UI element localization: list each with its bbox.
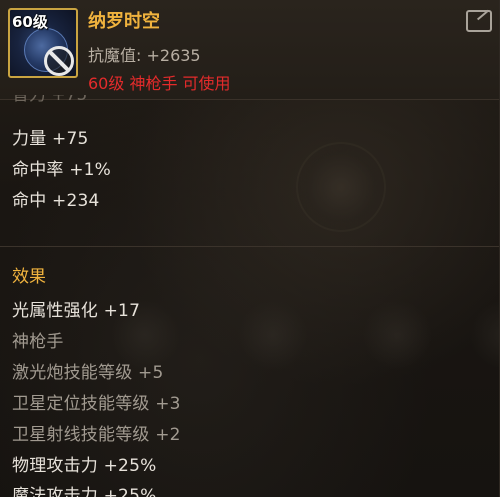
attribute-row: 力量 +75: [12, 129, 89, 149]
item-name: 纳罗时空: [88, 11, 160, 32]
background-medallion: [296, 142, 386, 232]
background-slot: [238, 300, 308, 370]
share-icon[interactable]: [466, 10, 492, 32]
item-tooltip: 60级 纳罗时空 抗魔值: +2635 60级 神枪手 可使用 智力 +75 力…: [0, 0, 500, 497]
effect-row: 激光炮技能等级 +5: [12, 363, 164, 383]
background-slot: [362, 300, 432, 370]
attribute-row: 命中 +234: [12, 191, 100, 211]
effect-row: 神枪手: [12, 332, 64, 352]
effect-row: 物理攻击力 +25%: [12, 456, 157, 476]
effect-row: 光属性强化 +17: [12, 301, 141, 321]
level-badge: 60级: [12, 13, 48, 31]
item-icon[interactable]: 60级: [8, 8, 78, 78]
tooltip-header: 60级 纳罗时空 抗魔值: +2635 60级 神枪手 可使用: [0, 0, 499, 100]
background-slot: [470, 300, 499, 370]
effects-title: 效果: [12, 267, 46, 287]
item-requirement: 60级 神枪手 可使用: [88, 74, 231, 93]
effect-row: 魔法攻击力 +25%: [12, 486, 157, 497]
no-entry-icon: [44, 46, 74, 76]
effect-row: 卫星定位技能等级 +3: [12, 394, 181, 414]
cut-off-row: 智力 +75: [12, 95, 87, 104]
item-stat: 抗魔值: +2635: [88, 46, 201, 65]
effect-row: 卫星射线技能等级 +2: [12, 425, 181, 445]
attribute-row: 命中率 +1%: [12, 160, 112, 180]
section-divider: [0, 246, 499, 247]
